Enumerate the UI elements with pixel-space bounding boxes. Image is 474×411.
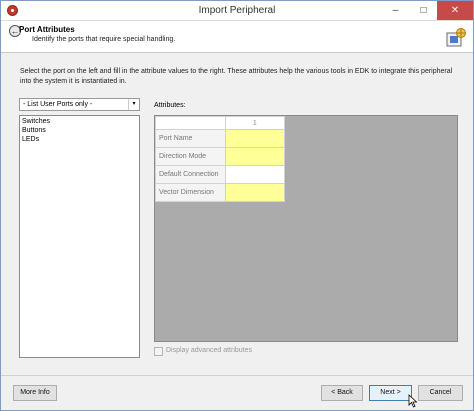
- attribute-name: Default Connection: [155, 165, 226, 184]
- attribute-value-cell[interactable]: [224, 147, 286, 166]
- minimize-button[interactable]: –: [382, 1, 409, 20]
- table-row: Vector Dimension: [155, 183, 286, 202]
- attributes-label: Attributes:: [154, 102, 186, 109]
- attributes-grid: 1 Port Name Direction Mode Default Conne…: [154, 115, 458, 342]
- wizard-header: ← Port Attributes Identify the ports tha…: [1, 21, 473, 53]
- maximize-button[interactable]: □: [410, 1, 437, 20]
- attribute-value-cell[interactable]: [224, 129, 286, 148]
- more-info-button[interactable]: More Info: [13, 385, 57, 401]
- attributes-table: 1 Port Name Direction Mode Default Conne…: [155, 116, 286, 202]
- table-row: Direction Mode: [155, 147, 286, 166]
- attribute-name: Direction Mode: [155, 147, 226, 166]
- port-list[interactable]: Switches Buttons LEDs: [19, 115, 140, 358]
- attribute-name: Vector Dimension: [155, 183, 226, 202]
- table-row: Port Name: [155, 129, 286, 148]
- attribute-value-cell[interactable]: [224, 183, 286, 202]
- footer-divider: [1, 375, 473, 376]
- table-row: Default Connection: [155, 165, 286, 184]
- page-subtitle: Identify the ports that require special …: [32, 36, 176, 43]
- port-list-item[interactable]: LEDs: [22, 135, 137, 144]
- advanced-attributes-label: Display advanced attributes: [166, 347, 252, 354]
- page-title: Port Attributes: [19, 25, 75, 34]
- attribute-name: Port Name: [155, 129, 226, 148]
- header-corner: [155, 116, 226, 130]
- port-list-item[interactable]: Switches: [22, 117, 137, 126]
- port-filter-value: - List User Ports only -: [23, 101, 93, 108]
- mouse-cursor-icon: [408, 394, 418, 408]
- back-button[interactable]: < Back: [321, 385, 363, 401]
- advanced-attributes-checkbox[interactable]: [154, 347, 163, 356]
- description-text: Select the port on the left and fill in …: [20, 68, 453, 85]
- column-header: 1: [224, 116, 286, 130]
- title-bar: Import Peripheral – □ ✕: [1, 1, 473, 21]
- next-button[interactable]: Next >: [369, 385, 412, 401]
- attribute-value-cell[interactable]: [224, 165, 286, 184]
- cancel-button[interactable]: Cancel: [418, 385, 463, 401]
- peripheral-wizard-icon: [446, 28, 466, 47]
- port-filter-select[interactable]: - List User Ports only - ▾: [19, 98, 140, 111]
- table-header-row: 1: [155, 116, 286, 130]
- import-peripheral-window: Import Peripheral – □ ✕ ← Port Attribute…: [0, 0, 474, 411]
- chevron-down-icon[interactable]: ▾: [128, 99, 139, 110]
- port-list-item[interactable]: Buttons: [22, 126, 137, 135]
- close-button[interactable]: ✕: [437, 1, 473, 20]
